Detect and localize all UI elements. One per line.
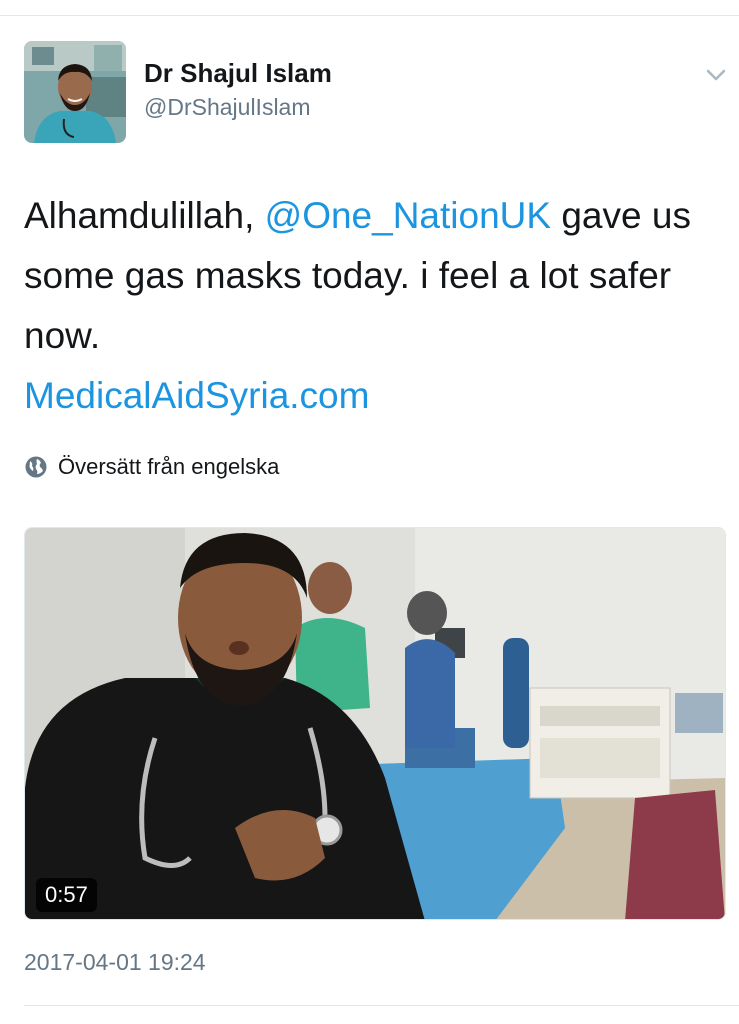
tweet-timestamp[interactable]: 2017-04-01 19:24 <box>24 949 206 976</box>
video-thumbnail <box>25 528 725 919</box>
translate-button[interactable]: Översätt från engelska <box>24 452 279 482</box>
author-handle[interactable]: @DrShajulIslam <box>144 94 311 121</box>
tweet-text-prefix: Alhamdulillah, <box>24 195 265 236</box>
author-display-name[interactable]: Dr Shajul Islam <box>144 58 332 89</box>
mention-link[interactable]: @One_NationUK <box>265 195 551 236</box>
avatar-image <box>24 41 126 143</box>
bottom-divider <box>24 1005 739 1006</box>
video-duration-badge: 0:57 <box>36 878 97 912</box>
translate-label: Översätt från engelska <box>58 454 280 479</box>
website-link[interactable]: MedicalAidSyria.com <box>24 366 369 426</box>
globe-icon <box>25 456 47 478</box>
top-divider <box>0 15 739 16</box>
video-player[interactable]: 0:57 <box>24 527 726 920</box>
author-avatar[interactable] <box>24 41 126 143</box>
chevron-down-icon[interactable] <box>703 64 729 86</box>
tweet-text: Alhamdulillah, @One_NationUK gave us som… <box>24 186 728 366</box>
